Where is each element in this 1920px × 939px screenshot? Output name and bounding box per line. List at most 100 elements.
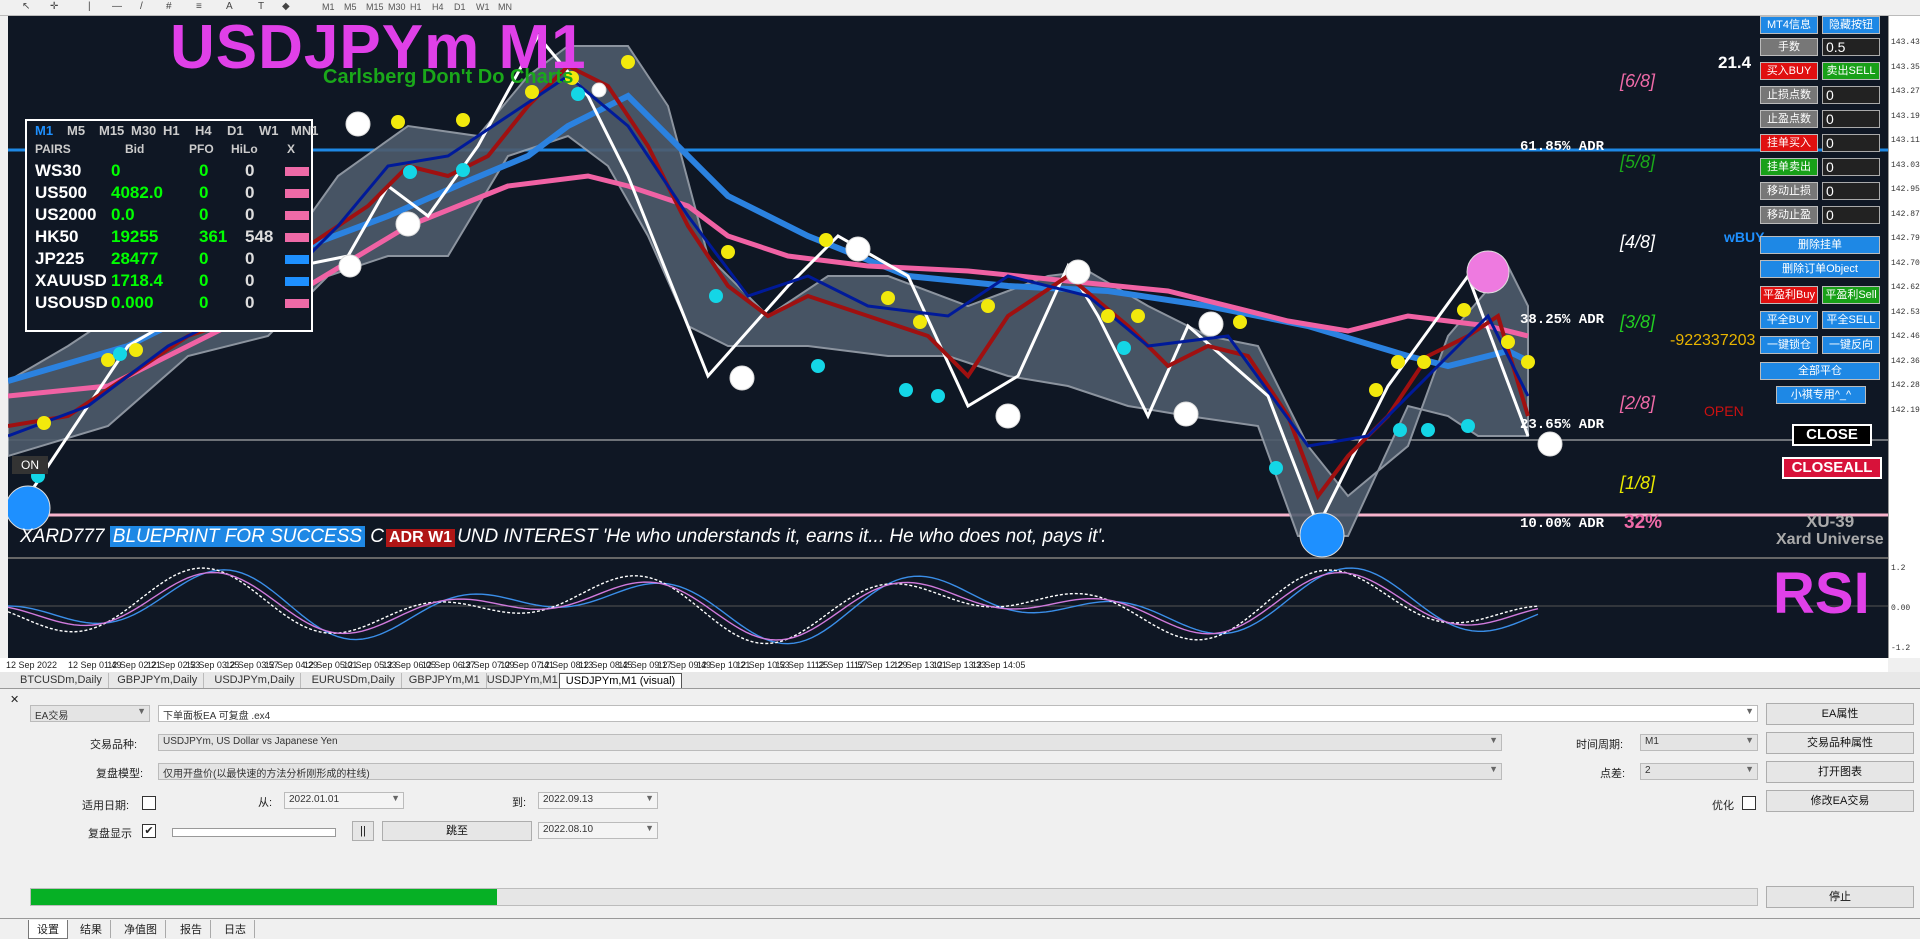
on-toggle[interactable]: ON — [12, 456, 48, 474]
speed-slider[interactable] — [172, 828, 336, 837]
crosshair-icon[interactable]: ✛ — [50, 1, 58, 12]
trendline-icon[interactable]: / — [140, 1, 143, 12]
to-date-field[interactable]: 2022.09.13 ▼ — [538, 792, 658, 809]
timeframe-button-m1[interactable]: M1 — [322, 2, 335, 12]
swing-point-marker — [345, 111, 371, 137]
skip-date-field[interactable]: 2022.08.10 ▼ — [538, 822, 658, 839]
label-tool-icon[interactable]: T — [258, 1, 264, 12]
panel-pair-button[interactable]: 平盈利Sell — [1822, 286, 1880, 304]
symbol-select[interactable]: USDJPYm, US Dollar vs Japanese Yen ▼ — [158, 734, 1502, 751]
arrows-tool-icon[interactable]: ◆ — [282, 1, 290, 12]
pairs-timeframe-m30[interactable]: M30 — [131, 123, 156, 138]
timeframe-button-d1[interactable]: D1 — [454, 2, 466, 12]
pairs-timeframe-w1[interactable]: W1 — [259, 123, 279, 138]
yellow-dot — [456, 113, 470, 127]
special-button[interactable]: 小祺专用^_^ — [1776, 386, 1866, 404]
pairs-timeframe-mn1[interactable]: MN1 — [291, 123, 318, 138]
price-tick: 143.19 — [1891, 111, 1920, 121]
panel-value-field[interactable]: 0 — [1822, 110, 1880, 128]
panel-value-field[interactable]: 0 — [1822, 206, 1880, 224]
modify-ea-button[interactable]: 修改EA交易 — [1766, 790, 1914, 812]
symbol-properties-button[interactable]: 交易品种属性 — [1766, 732, 1914, 754]
panel-value-field[interactable]: 0 — [1822, 158, 1880, 176]
panel-value-field[interactable]: 0 — [1822, 182, 1880, 200]
panel-row-button[interactable]: 挂单卖出 — [1760, 158, 1818, 176]
panel-sell-button[interactable]: 卖出SELL — [1822, 62, 1880, 80]
cursor-icon[interactable]: ↖ — [22, 1, 30, 12]
swing-point-marker — [1537, 431, 1563, 457]
panel-value-field[interactable]: 0 — [1822, 86, 1880, 104]
panel-wide-button[interactable]: 删除订单Object — [1760, 260, 1880, 278]
pause-button[interactable]: || — [352, 821, 374, 841]
close-all-positions-button[interactable]: 全部平仓 — [1760, 362, 1880, 380]
channel-icon[interactable]: # — [166, 1, 172, 12]
price-tick: 142.53 — [1891, 307, 1920, 317]
tester-tab[interactable]: 结果 — [72, 920, 111, 938]
tester-tab[interactable]: 日志 — [216, 920, 255, 938]
timeframe-button-m15[interactable]: M15 — [366, 2, 384, 12]
fibonacci-icon[interactable]: ≡ — [196, 1, 202, 12]
timeframe-button-m30[interactable]: M30 — [388, 2, 406, 12]
chart-toolbar: ↖ ✛ | — / # ≡ A T ◆ M1 M5 M15 M30 H1 H4 D1 W1 MN — [0, 0, 1920, 16]
text-tool-icon[interactable]: A — [226, 1, 233, 12]
panel-value-field[interactable]: 0 — [1822, 134, 1880, 152]
panel-row-button[interactable]: 移动止盈 — [1760, 206, 1818, 224]
pairs-timeframe-h4[interactable]: H4 — [195, 123, 212, 138]
horizontal-line-icon[interactable]: — — [112, 1, 122, 12]
use-date-checkbox[interactable] — [142, 796, 156, 810]
timeframe-button-h1[interactable]: H1 — [410, 2, 422, 12]
panel-row-button[interactable]: 移动止损 — [1760, 182, 1818, 200]
ea-type-select[interactable]: EA交易 ▼ — [30, 705, 150, 722]
visual-checkbox[interactable]: ✔ — [142, 824, 156, 838]
skip-to-button[interactable]: 跳至 — [382, 821, 532, 841]
panel-top-button[interactable]: 隐藏按钮 — [1822, 16, 1880, 34]
pairs-timeframe-m5[interactable]: M5 — [67, 123, 85, 138]
tester-tab[interactable]: 设置 — [28, 920, 68, 939]
vertical-line-icon[interactable]: | — [88, 1, 91, 12]
close-button[interactable]: CLOSE — [1792, 424, 1872, 446]
panel-row-button[interactable]: 止损点数 — [1760, 86, 1818, 104]
chart-tab[interactable]: USDJPYm,M1 (visual) — [558, 673, 683, 688]
model-select[interactable]: 仅用开盘价(以最快速的方法分析刚形成的柱线) ▼ — [158, 763, 1502, 780]
timeframe-button-m5[interactable]: M5 — [344, 2, 357, 12]
pairs-timeframe-d1[interactable]: D1 — [227, 123, 244, 138]
panel-row-button[interactable]: 挂单买入 — [1760, 134, 1818, 152]
panel-wide-button[interactable]: 删除挂单 — [1760, 236, 1880, 254]
timeframe-button-h4[interactable]: H4 — [432, 2, 444, 12]
timeframe-button-w1[interactable]: W1 — [476, 2, 490, 12]
panel-pair-button[interactable]: 一键反向 — [1822, 336, 1880, 354]
open-chart-button[interactable]: 打开图表 — [1766, 761, 1914, 783]
chart-tab[interactable]: USDJPYm,Daily — [208, 673, 302, 688]
panel-row-button[interactable]: 手数 — [1760, 38, 1818, 56]
period-select[interactable]: M1 ▼ — [1640, 734, 1758, 751]
panel-value-field[interactable]: 0.5 — [1822, 38, 1880, 56]
panel-pair-button[interactable]: 平全SELL — [1822, 311, 1880, 329]
main-chart[interactable]: USDJPYm M1 Carlsberg Don't Do Charts M1 M… — [8, 16, 1888, 658]
pairs-timeframe-m1[interactable]: M1 — [35, 123, 53, 138]
panel-top-button[interactable]: MT4信息 — [1760, 16, 1818, 34]
stop-button[interactable]: 停止 — [1766, 886, 1914, 908]
ea-file-select[interactable]: 下单面板EA 可复盘 .ex4 ▼ — [158, 705, 1758, 722]
panel-pair-button[interactable]: 平盈利Buy — [1760, 286, 1818, 304]
pairs-timeframe-m15[interactable]: M15 — [99, 123, 124, 138]
chart-tab[interactable]: GBPJPYm,Daily — [111, 673, 205, 688]
chart-tab[interactable]: USDJPYm,M1 — [481, 673, 565, 688]
pairs-timeframe-h1[interactable]: H1 — [163, 123, 180, 138]
panel-pair-button[interactable]: 平全BUY — [1760, 311, 1818, 329]
timeframe-button-mn[interactable]: MN — [498, 2, 512, 12]
chart-tab[interactable]: GBPJPYm,M1 — [403, 673, 487, 688]
from-date-field[interactable]: 2022.01.01 ▼ — [284, 792, 404, 809]
pair-direction-marker — [285, 277, 309, 286]
closeall-button[interactable]: CLOSEALL — [1782, 457, 1882, 479]
chart-tab[interactable]: BTCUSDm,Daily — [14, 673, 109, 688]
tester-close-icon[interactable]: ✕ — [10, 693, 19, 706]
panel-pair-button[interactable]: 一键锁仓 — [1760, 336, 1818, 354]
tester-tab[interactable]: 净值图 — [116, 920, 166, 938]
ea-properties-button[interactable]: EA属性 — [1766, 703, 1914, 725]
panel-row-button[interactable]: 止盈点数 — [1760, 110, 1818, 128]
panel-row-button[interactable]: 买入BUY — [1760, 62, 1818, 80]
spread-select[interactable]: 2 ▼ — [1640, 763, 1758, 780]
optimize-checkbox[interactable] — [1742, 796, 1756, 810]
chart-tab[interactable]: EURUSDm,Daily — [306, 673, 402, 688]
tester-tab[interactable]: 报告 — [172, 920, 211, 938]
